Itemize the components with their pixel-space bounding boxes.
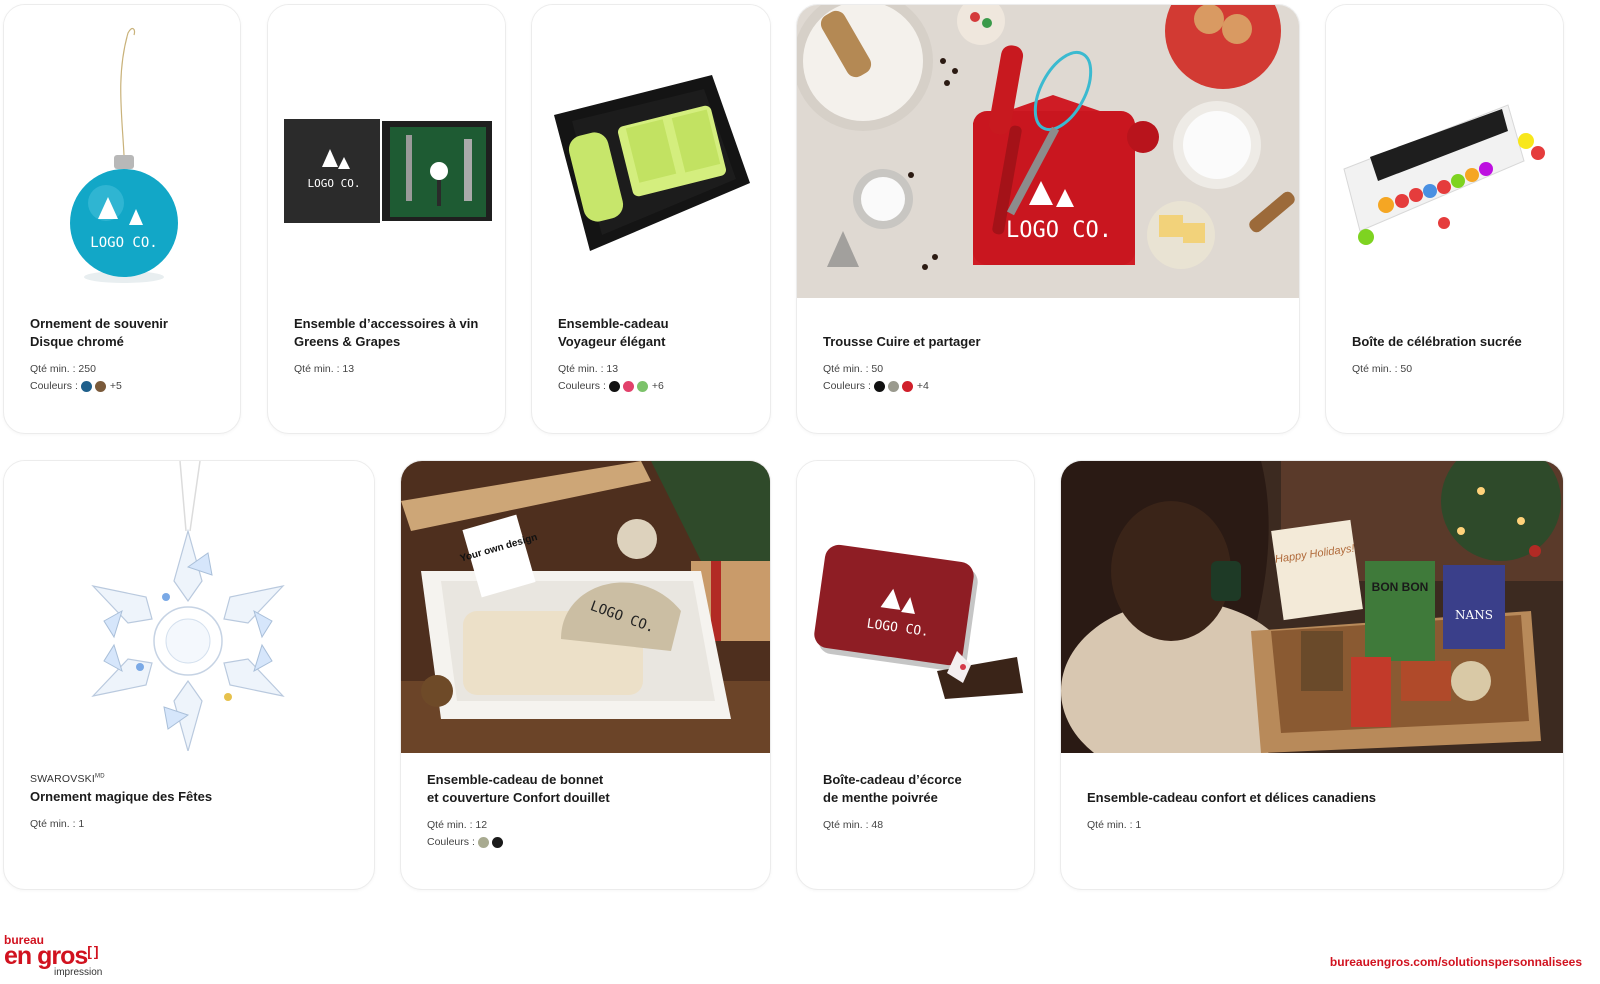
product-card[interactable]: SWAROVSKIMD Ornement magique des Fêtes Q… (3, 460, 375, 890)
logo-line-impression: impression (54, 967, 103, 978)
product-title: Boîte de célébration sucrée (1352, 334, 1522, 349)
product-card[interactable]: LOGO CO. Ensemble d’accessoires à vin Gr… (267, 4, 506, 434)
product-title: Ensemble-cadeau de bonnet et couverture … (427, 772, 610, 805)
product-card[interactable]: LOGO CO. Ornement de souvenir Disque chr… (3, 4, 241, 434)
candy-box-image (1326, 5, 1563, 295)
peppermint-bark-tin-image: LOGO CO. (797, 461, 1034, 751)
product-image: LOGO CO. (268, 5, 505, 295)
color-swatches: Couleurs : +4 (823, 380, 1279, 392)
product-title: Ensemble-cadeau Voyageur élégant (558, 316, 669, 349)
color-swatches: Couleurs : (427, 836, 750, 848)
brand-mark: MD (95, 773, 105, 780)
beanie-blanket-box-image: Your own design LOGO CO. (401, 461, 770, 753)
product-card[interactable]: Happy Holidays! BON BON NANS Ensemble-ca… (1060, 460, 1564, 890)
baking-kit-image: LOGO CO. (797, 5, 1299, 298)
colors-label: Couleurs : (427, 836, 475, 848)
colors-label: Couleurs : (823, 380, 871, 392)
color-swatches: Couleurs : +6 (558, 380, 750, 392)
product-image: LOGO CO. (4, 5, 240, 295)
min-qty: Qté min. : 1 (1087, 819, 1142, 831)
min-qty: Qté min. : 48 (823, 819, 884, 831)
product-title: Trousse Cuire et partager (823, 334, 981, 349)
product-title: Ensemble-cadeau confort et délices canad… (1087, 790, 1376, 805)
logo-co-text: LOGO CO. (1006, 218, 1112, 243)
product-image (4, 461, 374, 751)
swatch-dot[interactable] (901, 380, 913, 392)
logo-co-text: LOGO CO. (90, 235, 157, 251)
product-image (532, 5, 770, 295)
product-title: Ornement magique des Fêtes (30, 789, 213, 804)
blue-ornament-image: LOGO CO. (4, 5, 240, 295)
product-card[interactable]: Your own design LOGO CO. Ensemble-cadeau… (400, 460, 771, 890)
bureau-en-gros-logo[interactable]: bureau en gros[ ] impression (4, 934, 102, 978)
min-qty: Qté min. : 13 (294, 363, 355, 375)
brand-text: SWAROVSKI (30, 773, 96, 785)
swatch-dot[interactable] (477, 836, 489, 848)
product-title: Boîte-cadeau d’écorce de menthe poivrée (823, 772, 962, 805)
crystal-snowflake-image (4, 461, 374, 751)
swatch-dot[interactable] (873, 380, 885, 392)
product-title: Ensemble d’accessoires à vin Greens & Gr… (294, 316, 479, 349)
logo-bracket-icon: [ ] (87, 943, 98, 959)
min-qty: Qté min. : 13 (558, 363, 619, 375)
min-qty: Qté min. : 250 (30, 363, 96, 375)
swatch-dot[interactable] (94, 380, 106, 392)
brand-name: SWAROVSKIMD (30, 773, 354, 785)
swatch-dot[interactable] (636, 380, 648, 392)
nans-text: NANS (1455, 608, 1493, 622)
product-card[interactable]: Ensemble-cadeau Voyageur élégant Qté min… (531, 4, 771, 434)
swatch-dot[interactable] (80, 380, 92, 392)
travel-gift-set-image (532, 5, 770, 295)
more-colors-count: +6 (651, 380, 664, 392)
colors-label: Couleurs : (558, 380, 606, 392)
bon-bon-text: BON BON (1372, 580, 1429, 594)
product-image (1326, 5, 1563, 295)
swatch-dot[interactable] (491, 836, 503, 848)
swatch-dot[interactable] (887, 380, 899, 392)
swatch-dot[interactable] (622, 380, 634, 392)
product-card[interactable]: LOGO CO. Boîte-cadeau d’écorce de menthe… (796, 460, 1035, 890)
product-image: Happy Holidays! BON BON NANS (1061, 461, 1563, 753)
logo-line-en-gros: en gros[ ] (4, 944, 102, 969)
logo-en-gros-text: en gros (4, 942, 88, 970)
product-image: LOGO CO. (797, 5, 1299, 298)
more-colors-count: +5 (109, 380, 122, 392)
min-qty: Qté min. : 1 (30, 818, 85, 830)
footer-url-link[interactable]: bureauengros.com/solutionspersonnalisees (1330, 955, 1582, 969)
more-colors-count: +4 (916, 380, 929, 392)
logo-co-text: LOGO CO. (308, 177, 361, 190)
swatch-dot[interactable] (608, 380, 620, 392)
product-title: Ornement de souvenir Disque chromé (30, 316, 168, 349)
product-card[interactable]: Boîte de célébration sucrée Qté min. : 5… (1325, 4, 1564, 434)
product-image: Your own design LOGO CO. (401, 461, 770, 753)
product-image: LOGO CO. (797, 461, 1034, 751)
canadian-treats-box-image: Happy Holidays! BON BON NANS (1061, 461, 1563, 753)
colors-label: Couleurs : (30, 380, 78, 392)
min-qty: Qté min. : 50 (1352, 363, 1413, 375)
color-swatches: Couleurs : +5 (30, 380, 220, 392)
product-card[interactable]: LOGO CO. Trousse Cuire et partager Qté m… (796, 4, 1300, 434)
min-qty: Qté min. : 50 (823, 363, 884, 375)
wine-accessory-set-image: LOGO CO. (268, 5, 505, 295)
min-qty: Qté min. : 12 (427, 819, 488, 831)
